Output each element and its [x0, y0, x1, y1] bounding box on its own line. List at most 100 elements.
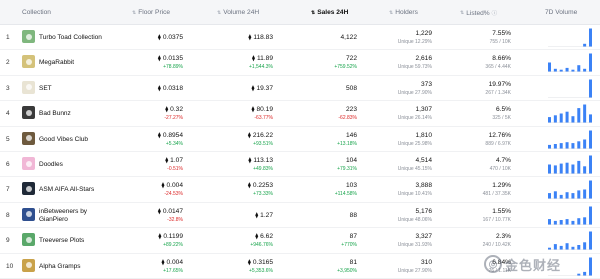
floor-price: ⧫ 1.07 — [165, 157, 183, 164]
collection-avatar — [22, 233, 35, 247]
volume-7d-chart — [548, 180, 592, 200]
sales-24h: 4,122 — [340, 34, 357, 41]
sales-24h: 146 — [345, 131, 357, 139]
volume-bar — [589, 231, 592, 250]
volume-24h: ⧫ 80.19 — [251, 106, 273, 114]
volume-bar — [565, 111, 569, 123]
info-icon: ⓘ — [491, 11, 498, 17]
volume-7d-chart — [548, 79, 592, 98]
header-floor-price[interactable]: ⇅ Floor Price — [132, 9, 170, 16]
listed-count: 267 / 1.34K — [485, 89, 511, 96]
volume-bar — [577, 217, 581, 225]
table-row[interactable]: 8 inBetweeners by GianPiero ⧫ 0.0147 -32.… — [0, 203, 600, 229]
floor-price: ⧫ 0.0135 — [157, 55, 183, 63]
volume-bar — [548, 117, 551, 123]
rank: 8 — [6, 211, 10, 219]
volume-bar — [571, 164, 575, 174]
volume-bar — [565, 243, 569, 250]
table-row[interactable]: 6 Doodles ⧫ 1.07 -0.51% ⧫ 113.13 +49.83% 1… — [0, 152, 600, 178]
holders: 3,327 — [415, 233, 432, 241]
table-row[interactable]: 7 ASM AIFA All-Stars ⧫ 0.004 -24.53% ⧫ 0.2… — [0, 177, 600, 203]
collection-name[interactable]: Turbo Toad Collection — [39, 34, 102, 41]
volume-bar — [583, 69, 587, 72]
volume-24h: ⧫ 0.3165 — [247, 258, 273, 266]
table-row[interactable]: 4 Bad Bunnz ⧫ 0.32 -27.27% ⧫ 80.19 -63.77%… — [0, 101, 600, 127]
collection-name[interactable]: Alpha Gramps — [39, 263, 81, 270]
sales-change: +759.52% — [334, 64, 357, 71]
volume-bar — [583, 104, 587, 123]
volume-bar — [583, 217, 587, 225]
floor-price: ⧫ 0.0318 — [157, 84, 183, 92]
volume-change: -63.77% — [254, 115, 273, 122]
collection-name[interactable]: MegaRabbit — [39, 59, 74, 66]
rank: 2 — [6, 59, 10, 67]
volume-change: +946.76% — [250, 242, 273, 249]
table-row[interactable]: 2 MegaRabbit ⧫ 0.0135 +78.89% ⧫ 11.89 +1,5… — [0, 50, 600, 76]
listed-percent: 1.29% — [492, 182, 511, 190]
listed-count: 167 / 10.77K — [482, 216, 511, 223]
collection-name[interactable]: ASM AIFA All-Stars — [39, 186, 94, 193]
rank: 1 — [6, 34, 10, 41]
unique-holders: Unique 31.93% — [397, 242, 432, 249]
unique-holders: Unique 26.14% — [397, 115, 432, 122]
listed-count: 481 / 37.35K — [482, 191, 511, 198]
eth-icon: ⧫ — [157, 132, 161, 139]
holders: 1,810 — [415, 131, 432, 139]
eth-icon: ⧫ — [255, 212, 259, 219]
collection-name[interactable]: Good Vibes Club — [39, 136, 88, 143]
volume-24h: ⧫ 0.2253 — [247, 182, 273, 190]
table-row[interactable]: 5 Good Vibes Club ⧫ 0.8954 +5.34% ⧫ 216.22… — [0, 127, 600, 152]
sales-change: +114.58% — [334, 191, 357, 198]
listed-count: 755 / 10K — [489, 39, 511, 45]
collection-name[interactable]: inBetweeners by GianPiero — [39, 208, 109, 224]
floor-price: ⧫ 0.1199 — [158, 233, 183, 241]
volume-7d-chart — [548, 155, 592, 174]
holders: 2,616 — [415, 55, 432, 63]
table-row[interactable]: 9 Treeverse Plots ⧫ 0.1199 +89.22% ⧫ 6.62 … — [0, 228, 600, 254]
floor-change: -27.27% — [164, 115, 183, 122]
header-sales-24h[interactable]: ⇅ Sales 24H — [311, 9, 348, 16]
floor-price: ⧫ 0.8954 — [157, 131, 183, 139]
volume-bar — [589, 53, 592, 72]
volume-bar — [571, 70, 575, 72]
volume-bar — [577, 108, 581, 123]
volume-bar — [571, 142, 575, 149]
volume-7d-chart — [548, 206, 592, 225]
volume-change: +5,353.6% — [248, 267, 273, 274]
table-row[interactable]: 1 Turbo Toad Collection ⧫ 0.0375 ⧫ 118.83 … — [0, 25, 600, 51]
volume-bar — [553, 143, 557, 149]
listed-count: 470 / 10K — [489, 166, 511, 172]
volume-bar — [559, 246, 563, 250]
volume-bar — [571, 193, 575, 199]
watermark-text: 金色财经 — [505, 257, 562, 273]
header-listed[interactable]: ⇅ Listed% ⓘ — [460, 9, 498, 18]
header-volume-24h[interactable]: ⇅ Volume 24H — [217, 9, 259, 16]
listed-percent: 2.3% — [495, 233, 511, 241]
volume-bar — [553, 115, 557, 123]
listed-count: 889 / 6.97K — [485, 140, 511, 147]
rank: 6 — [6, 161, 10, 168]
collection-name[interactable]: Bad Bunnz — [39, 110, 71, 117]
volume-24h: ⧫ 1.27 — [255, 211, 273, 219]
volume-bar — [559, 113, 563, 123]
header-collection[interactable]: Collection — [22, 9, 51, 16]
eth-icon: ⧫ — [248, 158, 252, 164]
sales-24h: 223 — [345, 106, 357, 114]
listed-percent: 4.7% — [495, 157, 511, 164]
rank: 9 — [6, 237, 10, 245]
collection-name[interactable]: Doodles — [39, 161, 63, 168]
sort-icon: ⇅ — [389, 9, 394, 16]
unique-holders: Unique 25.98% — [397, 140, 432, 147]
volume-bar — [589, 206, 592, 225]
listed-percent: 12.76% — [488, 131, 511, 139]
collection-avatar — [22, 182, 35, 196]
table-row[interactable]: 3 SET ⧫ 0.0318 ⧫ 19.37 508 373 Unique 27.9… — [0, 76, 600, 102]
volume-bar — [565, 162, 569, 174]
floor-price: ⧫ 0.004 — [161, 258, 183, 266]
sales-24h: 103 — [345, 182, 357, 190]
header-holders[interactable]: ⇅ Holders — [389, 9, 418, 16]
collection-name[interactable]: Treeverse Plots — [39, 237, 84, 244]
volume-24h: ⧫ 118.83 — [248, 34, 273, 41]
collection-name[interactable]: SET — [39, 85, 52, 92]
unique-holders: Unique 45.15% — [397, 166, 432, 172]
